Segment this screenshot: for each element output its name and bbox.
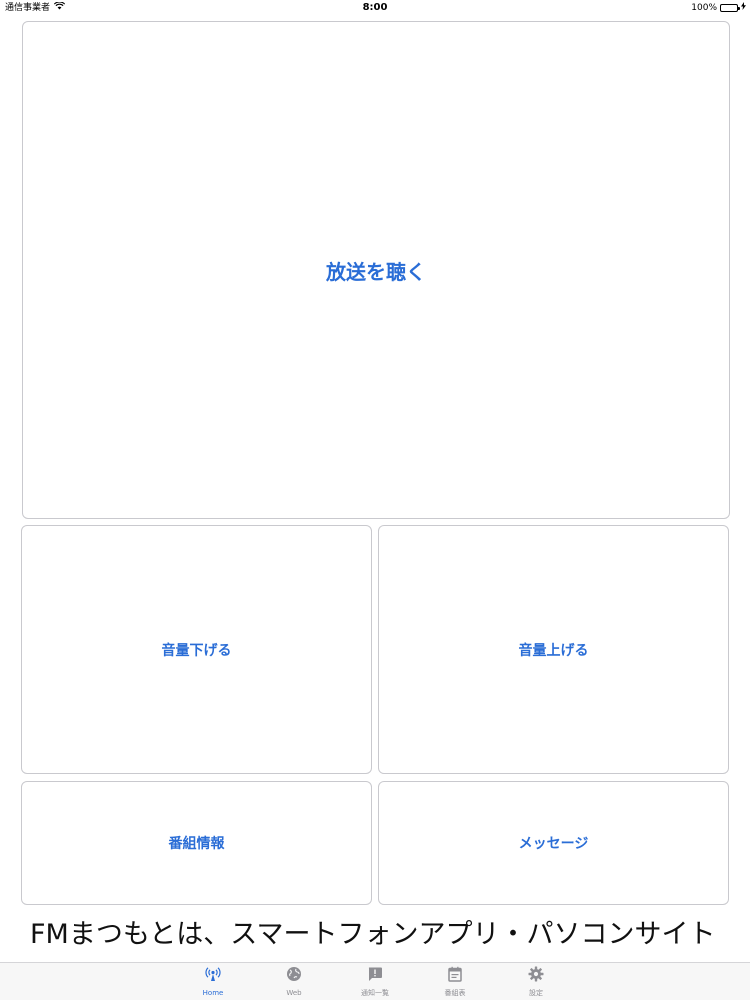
tab-home[interactable]: Home [183,966,243,1000]
gear-icon [528,966,544,986]
tab-bar: Home Web 通知一覧 番組表 設定 [0,962,750,1000]
message-label: メッセージ [518,836,589,852]
charging-icon [741,0,746,16]
tab-notices-label: 通知一覧 [361,989,389,997]
battery-icon [720,4,740,12]
tab-home-label: Home [202,989,224,997]
tab-notices[interactable]: 通知一覧 [345,966,405,1000]
battery-percent: 100% [691,3,717,13]
volume-down-label: 音量下げる [161,642,232,659]
listen-button[interactable]: 放送を聴く [22,21,730,519]
status-right: 100% [691,0,746,16]
tab-web-label: Web [286,989,302,997]
volume-up-button[interactable]: 音量上げる [378,525,729,774]
tab-web[interactable]: Web [264,966,324,1000]
volume-down-button[interactable]: 音量下げる [21,525,372,774]
tab-schedule[interactable]: 番組表 [425,966,485,1000]
schedule-icon [447,966,463,986]
status-bar: 通信事業者 8:00 100% [0,0,750,16]
globe-icon [286,966,302,986]
ticker-text: FMまつもとは、スマートフォンアプリ・パソコンサイト [30,919,716,950]
program-info-label: 番組情報 [168,836,225,852]
message-alert-icon [367,966,383,986]
listen-button-label: 放送を聴く [326,259,426,284]
volume-up-label: 音量上げる [518,642,589,659]
tab-settings-label: 設定 [529,989,543,997]
tab-schedule-label: 番組表 [444,989,466,997]
message-button[interactable]: メッセージ [378,781,729,905]
antenna-icon [205,966,221,986]
status-time: 8:00 [362,2,388,13]
tab-settings[interactable]: 設定 [506,966,566,1000]
app-screen: 通信事業者 8:00 100% 放送を聴く 音量下げる 音量上げる 番組情報 メ… [0,0,750,1000]
program-info-button[interactable]: 番組情報 [21,781,372,905]
news-ticker: FMまつもとは、スマートフォンアプリ・パソコンサイト [0,912,750,958]
